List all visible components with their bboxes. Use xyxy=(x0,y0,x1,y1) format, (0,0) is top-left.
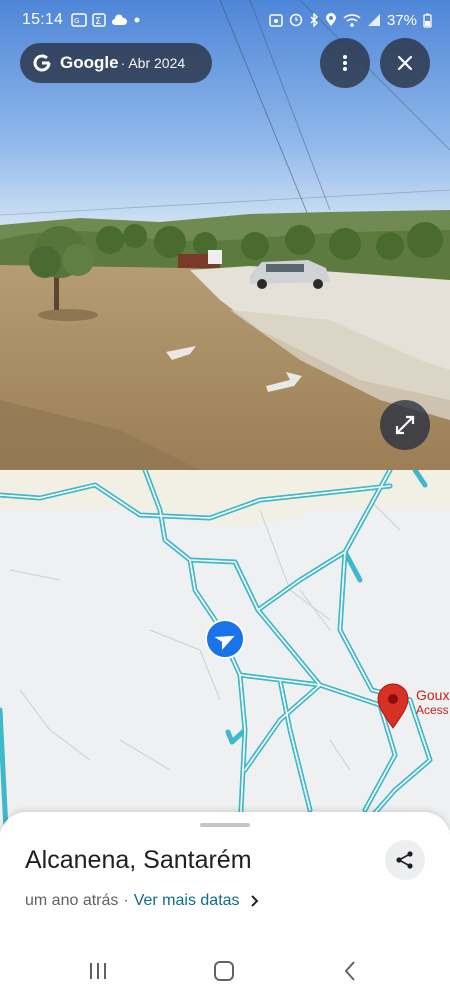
battery-percent: 37% xyxy=(386,11,417,29)
imagery-date-pill[interactable]: Google · Abr 2024 xyxy=(20,43,212,83)
imagery-info: um ano atrás · Ver mais datas xyxy=(25,892,260,910)
wifi-icon xyxy=(343,14,361,27)
bluetooth-icon xyxy=(310,13,318,27)
status-bar: 15:14 G Σ 37% xyxy=(0,0,450,40)
signal-icon xyxy=(367,14,380,26)
google-g-icon xyxy=(33,54,51,72)
dot-icon xyxy=(134,17,140,23)
more-dates-link[interactable]: Ver mais datas xyxy=(134,892,240,910)
system-nav-bar xyxy=(0,945,450,1000)
close-icon xyxy=(397,55,413,71)
home-icon[interactable] xyxy=(209,959,239,983)
fullscreen-button[interactable] xyxy=(380,400,430,450)
time-ago: um ano atrás xyxy=(25,892,119,909)
street-view-image[interactable]: 15:14 G Σ 37% Google · Abr 2024 xyxy=(0,0,450,470)
location-icon xyxy=(325,13,336,26)
map-view[interactable]: Goux Acess xyxy=(0,470,450,830)
status-time: 15:14 xyxy=(22,11,64,28)
more-options-button[interactable] xyxy=(320,38,370,88)
close-button[interactable] xyxy=(380,38,430,88)
place-name: Goux xyxy=(416,687,450,703)
bottom-sheet: Alcanena, Santarém um ano atrás · Ver ma… xyxy=(0,812,450,1000)
chevron-right-icon[interactable] xyxy=(250,894,260,908)
imagery-date: · Abr 2024 xyxy=(120,55,186,71)
sigma-icon: Σ xyxy=(92,13,106,27)
cloud-icon xyxy=(112,14,128,25)
svg-text:Σ: Σ xyxy=(95,16,101,27)
share-button[interactable] xyxy=(385,840,425,880)
svg-text:G: G xyxy=(74,17,79,25)
news-icon: G xyxy=(71,13,87,27)
battery-icon xyxy=(423,13,432,28)
back-icon[interactable] xyxy=(335,959,365,983)
location-title: Alcanena, Santarém xyxy=(25,846,252,874)
alarm-icon xyxy=(269,14,283,27)
separator: · xyxy=(123,892,129,909)
place-sublabel: Acess xyxy=(416,703,449,717)
share-icon xyxy=(396,851,413,869)
current-location-icon[interactable] xyxy=(205,619,245,659)
sheet-drag-handle[interactable] xyxy=(200,823,250,827)
place-label[interactable]: Goux Acess xyxy=(416,688,449,718)
recents-icon[interactable] xyxy=(83,959,113,983)
expand-icon xyxy=(395,415,415,435)
place-pin-icon[interactable] xyxy=(376,683,410,729)
clock-icon xyxy=(289,13,303,27)
google-brand: Google xyxy=(60,53,119,72)
more-vert-icon xyxy=(343,55,347,71)
